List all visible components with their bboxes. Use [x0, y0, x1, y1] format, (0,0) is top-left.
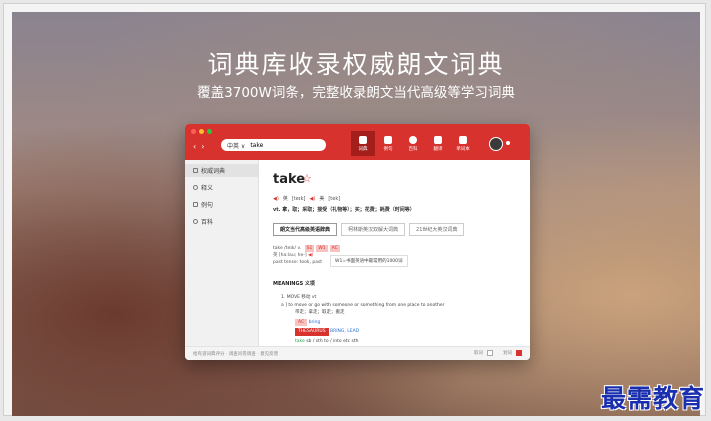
chevron-left-icon[interactable]: ‹ — [193, 142, 196, 151]
watermark-logo: 最需教育 — [600, 384, 705, 413]
pron-us-label: 美 — [319, 196, 325, 202]
star-icon[interactable]: ☆ — [302, 172, 312, 185]
book-icon — [359, 135, 367, 144]
zoom-window-button[interactable] — [207, 129, 212, 134]
minimize-window-button[interactable] — [199, 129, 204, 134]
meanings-heading: MEANINGS 义项 — [273, 281, 315, 287]
forms-line: 英 [ha:lau; he-] — [273, 253, 307, 258]
sidebar-item-label: 释义 — [201, 185, 214, 192]
tab-encyclopedia[interactable]: 百科 — [401, 131, 425, 156]
tab-wordbook[interactable]: 单词本 — [451, 131, 475, 156]
sidebar-item-label: 权威词典 — [201, 168, 226, 175]
hero-banner: 词典库收录权威朗文词典 覆盖3700W词条，完整收录朗文当代高级等学习词典 ‹ … — [12, 12, 700, 416]
status-bar: 给有道词典评分 · 调查问卷调查 · 意见反馈 取词 划词 — [185, 346, 530, 360]
app-toolbar: ‹ › 中英 ∨ 词典 例句 百科 翻译 单词本 — [185, 124, 530, 160]
screenshot-frame: 词典库收录权威朗文词典 覆盖3700W词条，完整收录朗文当代高级等学习词典 ‹ … — [3, 3, 706, 416]
speaker-icon[interactable]: ◀) — [273, 196, 279, 202]
translate-icon — [434, 135, 442, 144]
tab-translate[interactable]: 翻译 — [426, 131, 450, 156]
thesaurus-link[interactable]: BRING, LEAD — [330, 329, 359, 334]
sidebar-item-definitions[interactable]: 释义 — [185, 181, 258, 194]
speaker-icon[interactable]: ◀) — [310, 196, 316, 202]
tab-label: 单词本 — [456, 146, 470, 152]
pron-uk-label: 英 — [282, 196, 288, 202]
entry-content: take ☆ ◀) 英 [teɪk] ◀) 美 [tek] vt. 拿，取；采取… — [265, 160, 520, 346]
window-controls — [191, 129, 212, 134]
tab-label: 词典 — [358, 146, 368, 152]
sense-translation: 带走；拿走；取走；搬走 — [295, 310, 345, 315]
level-tag: S1 — [304, 245, 315, 252]
pron-us: [tek] — [328, 195, 341, 202]
main-tabs: 词典 例句 百科 翻译 单词本 — [351, 131, 476, 156]
thesaurus-tag: THESAURUS — [295, 328, 329, 336]
search-input[interactable] — [250, 141, 301, 149]
pick-word-label: 取词 — [474, 351, 483, 356]
globe-icon — [409, 135, 417, 144]
sidebar-item-examples[interactable]: 例句 — [185, 198, 258, 211]
sidebar-item-label: 例句 — [201, 202, 214, 209]
sentence-icon — [384, 135, 392, 144]
tab-sentences[interactable]: 例句 — [376, 131, 400, 156]
definition-icon — [193, 185, 198, 190]
frequency-note: W1=书面英语中最常用的1000词 — [330, 255, 408, 267]
tab-dictionary[interactable]: 词典 — [351, 131, 375, 156]
notification-icon[interactable] — [506, 141, 510, 145]
pron-uk: [teɪk] — [291, 195, 306, 202]
sidebar-item-label: 百科 — [201, 219, 214, 226]
pick-word-checkbox[interactable] — [487, 350, 493, 356]
pattern-text: sb / sth to / into etc sth — [306, 338, 359, 344]
tab-label: 翻译 — [433, 146, 443, 152]
history-nav: ‹ › — [193, 142, 204, 151]
document-icon — [193, 168, 198, 173]
footer-links[interactable]: 给有道词典评分 · 调查问卷调查 · 意见反馈 — [193, 351, 278, 357]
pattern-keyword: take — [295, 338, 305, 344]
headword: take — [273, 172, 306, 187]
tab-label: 例句 — [383, 146, 393, 152]
level-tag: AC — [329, 245, 340, 252]
level-tag: W1 — [316, 245, 328, 252]
encyclopedia-icon — [193, 219, 198, 224]
language-select[interactable]: 中英 ∨ — [227, 141, 245, 150]
basic-definition: vt. 拿，取；采取；接受（礼物等）；买；花费；耗费（时间等） — [273, 207, 415, 213]
hero-subtitle: 覆盖3700W词条，完整收录朗文当代高级等学习词典 — [197, 85, 515, 101]
example-icon — [193, 202, 198, 207]
avatar[interactable] — [489, 137, 503, 151]
footer-options: 取词 划词 — [474, 350, 522, 356]
sense-heading: 1. MOVE 移动 vt — [281, 295, 317, 300]
select-word-checkbox[interactable] — [516, 350, 522, 356]
tab-label: 百科 — [408, 146, 418, 152]
sense-definition: a ] to move or go with someone or someth… — [281, 302, 445, 308]
hero-title: 词典库收录权威朗文词典 — [207, 50, 505, 79]
sidebar-item-authoritative-dictionary[interactable]: 权威词典 — [185, 164, 258, 177]
close-window-button[interactable] — [191, 129, 196, 134]
forms-line: take /teɪk/ v. — [273, 246, 302, 251]
bookmark-icon — [459, 135, 467, 144]
tab-21st-century[interactable]: 21世纪大英汉词典 — [409, 223, 465, 236]
sense-block: 1. MOVE 移动 vt a ] to move or go with som… — [281, 294, 511, 345]
tag-ac: AC — [295, 318, 308, 326]
select-word-label: 划词 — [503, 351, 512, 356]
dictionary-source-tabs: 朗文当代高级英语辞典 柯林斯英汉双解大词典 21世纪大英汉词典 — [273, 223, 465, 236]
chevron-right-icon[interactable]: › — [201, 142, 204, 151]
pronunciations: ◀) 英 [teɪk] ◀) 美 [tek] — [273, 195, 341, 203]
sidebar-item-encyclopedia[interactable]: 百科 — [185, 215, 258, 228]
synonym-link[interactable]: bring — [309, 320, 321, 325]
tab-collins[interactable]: 柯林斯英汉双解大词典 — [341, 223, 406, 236]
search-bar: 中英 ∨ — [221, 139, 326, 151]
dictionary-app-window: ‹ › 中英 ∨ 词典 例句 百科 翻译 单词本 权威词典 — [185, 124, 530, 360]
speaker-icon[interactable]: ◀) — [308, 253, 313, 258]
sidebar: 权威词典 释义 例句 百科 — [185, 160, 259, 346]
tab-longman[interactable]: 朗文当代高级英语辞典 — [273, 223, 338, 236]
